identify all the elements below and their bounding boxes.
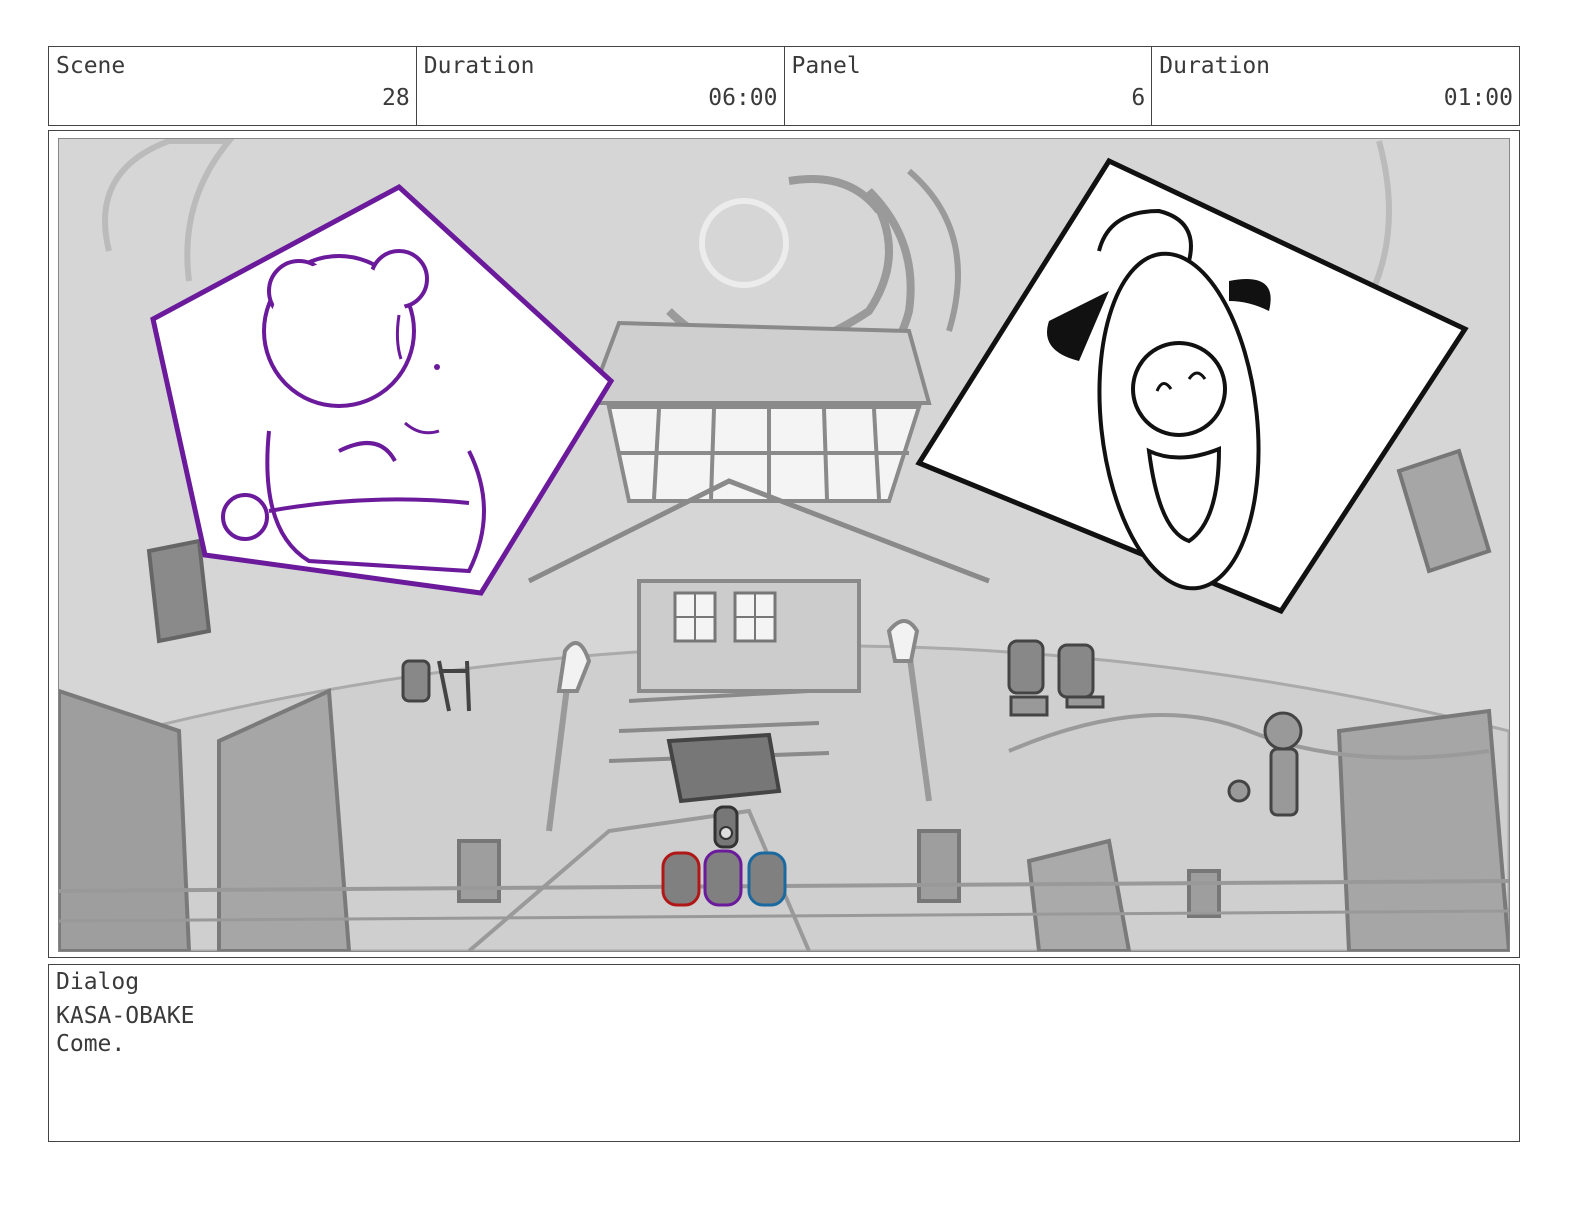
dialog-label: Dialog xyxy=(56,969,140,995)
scene-cell: Scene 28 xyxy=(49,47,417,125)
panel-number: 6 xyxy=(1131,85,1146,111)
panel-duration-cell: Duration 01:00 xyxy=(1152,47,1519,125)
kasa-obake-character xyxy=(713,805,739,849)
panel-duration-value: 01:00 xyxy=(1443,85,1513,111)
panel-cell: Panel 6 xyxy=(785,47,1153,125)
storyboard-sketch xyxy=(58,138,1510,952)
dialog-box: Dialog KASA-OBAKE Come. xyxy=(48,964,1520,1142)
scene-duration-label: Duration xyxy=(423,53,535,79)
panel-label: Panel xyxy=(791,53,861,79)
scene-duration-value: 06:00 xyxy=(708,85,778,111)
temple-roof xyxy=(586,320,932,405)
blue-character xyxy=(747,851,787,907)
box-prop xyxy=(666,732,782,804)
red-character xyxy=(661,851,701,907)
scene-label: Scene xyxy=(56,53,126,79)
scene-header: Scene 28 Duration 06:00 Panel 6 Duration… xyxy=(48,46,1520,126)
dialog-line: Come. xyxy=(56,1031,126,1057)
dialog-speaker: KASA-OBAKE xyxy=(56,1003,195,1029)
panel-duration-label: Duration xyxy=(1159,53,1271,79)
storyboard-panel xyxy=(48,130,1520,958)
scene-number: 28 xyxy=(382,85,410,111)
purple-character xyxy=(703,849,743,907)
scene-duration-cell: Duration 06:00 xyxy=(417,47,785,125)
